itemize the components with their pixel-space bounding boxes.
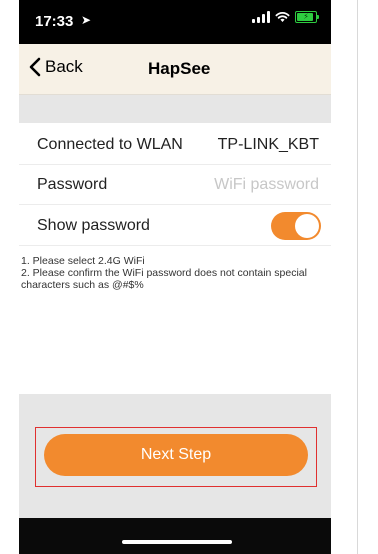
battery-charging-icon: ⚡	[295, 11, 319, 23]
chevron-left-icon	[29, 57, 41, 77]
location-arrow-icon: ➤	[81, 13, 92, 27]
back-label: Back	[45, 57, 83, 76]
status-indicators: ⚡	[252, 11, 319, 23]
home-area	[19, 518, 331, 554]
password-label: Password	[37, 176, 108, 193]
status-bar: 17:33 ➤ ⚡	[19, 0, 331, 44]
password-row: Password	[19, 165, 331, 205]
status-time: 17:33	[35, 13, 74, 30]
toggle-knob	[295, 214, 319, 238]
cellular-signal-icon	[252, 11, 270, 23]
page-divider	[357, 0, 358, 554]
next-step-button[interactable]: Next Step	[44, 434, 308, 476]
show-password-label: Show password	[37, 217, 150, 234]
wlan-value: TP-LINK_KBT	[217, 136, 319, 153]
wlan-label: Connected to WLAN	[37, 136, 183, 153]
back-button[interactable]: Back	[29, 57, 83, 77]
row-divider	[19, 245, 331, 246]
page-title: HapSee	[148, 59, 211, 78]
wifi-icon	[275, 11, 290, 22]
instruction-line: 1. Please select 2.4G WiFi	[21, 255, 145, 267]
section-spacer	[19, 95, 331, 123]
instructions: 1. Please select 2.4G WiFi 2. Please con…	[21, 255, 326, 291]
wlan-row: Connected to WLAN TP-LINK_KBT	[19, 125, 331, 165]
navigation-bar: Back HapSee	[19, 44, 331, 95]
home-indicator[interactable]	[122, 540, 232, 544]
password-input[interactable]	[179, 173, 319, 197]
show-password-toggle[interactable]	[271, 212, 321, 240]
row-divider	[19, 204, 331, 205]
instruction-line: 2. Please confirm the WiFi password does…	[21, 267, 307, 291]
phone-screen: 17:33 ➤ ⚡ Back HapSee Connected to WLAN …	[19, 0, 331, 554]
footer-area: Next Step	[19, 394, 331, 518]
show-password-row: Show password	[19, 206, 331, 246]
